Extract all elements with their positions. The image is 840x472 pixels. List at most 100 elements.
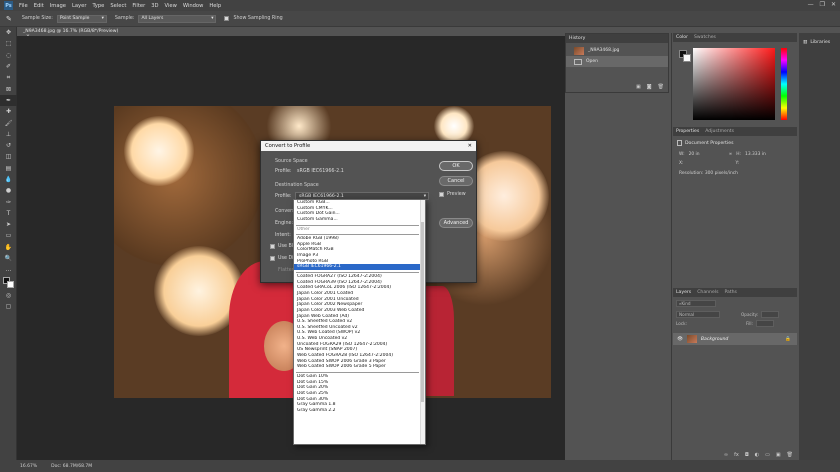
show-sampling-ring-checkbox[interactable] — [224, 16, 230, 21]
menu-type[interactable]: Type — [92, 3, 104, 9]
dodge-tool-icon[interactable]: ● — [0, 185, 17, 196]
document-icon — [677, 140, 682, 146]
menu-3d[interactable]: 3D — [151, 3, 158, 9]
black-point-checkbox[interactable] — [270, 244, 275, 249]
menu-select[interactable]: Select — [110, 3, 126, 9]
healing-brush-icon[interactable]: ✚ — [0, 106, 17, 117]
background-color-swatch[interactable] — [7, 280, 14, 288]
dropdown-item[interactable]: Gray Gamma 2.2 — [294, 408, 425, 414]
lasso-tool-icon[interactable]: ◌ — [0, 50, 17, 61]
tab-layers[interactable]: Layers — [676, 290, 691, 295]
menu-layer[interactable]: Layer — [72, 3, 86, 9]
tab-properties[interactable]: Properties — [676, 129, 699, 134]
crop-tool-icon[interactable]: ⌗ — [0, 72, 17, 83]
frame-tool-icon[interactable]: ⊠ — [0, 83, 17, 94]
history-snapshot[interactable]: _N9A3468.jpg — [566, 45, 668, 56]
adjustment-icon[interactable]: ◐ — [755, 452, 759, 458]
tab-color[interactable]: Color — [676, 35, 688, 40]
dropdown-custom-group: Custom RGB... Custom CMYK... Custom Dot Ga… — [294, 200, 425, 223]
cancel-button[interactable]: Cancel — [439, 176, 473, 186]
new-document-icon[interactable]: ▣ — [636, 84, 641, 90]
gradient-tool-icon[interactable]: ▤ — [0, 163, 17, 174]
history-panel: History _N9A3468.jpg Open ▣ ◙ 🗑 — [565, 33, 669, 93]
more-tools-icon[interactable]: … — [0, 264, 17, 275]
advanced-button[interactable]: Advanced — [439, 218, 473, 228]
menu-edit[interactable]: Edit — [34, 3, 44, 9]
close-window-icon[interactable]: ✕ — [831, 1, 836, 8]
hand-tool-icon[interactable]: ✋ — [0, 242, 17, 253]
properties-size-row: W: 20 in ∞ H: 13.333 in — [673, 150, 797, 159]
height-value[interactable]: 13.333 in — [745, 152, 766, 157]
profile-dropdown-list[interactable]: Custom RGB... Custom CMYK... Custom Dot Ga… — [293, 199, 426, 445]
marquee-tool-icon[interactable]: ⬚ — [0, 38, 17, 49]
new-layer-icon[interactable]: ▣ — [776, 452, 781, 458]
libraries-button[interactable]: ▥ Libraries — [800, 37, 839, 47]
history-state-open[interactable]: Open — [566, 56, 668, 67]
menu-help[interactable]: Help — [209, 3, 221, 9]
zoom-tool-icon[interactable]: 🔍 — [0, 253, 17, 264]
trash-icon[interactable]: 🗑 — [658, 84, 664, 90]
layer-kind-filter[interactable]: ⌕ Kind — [676, 300, 716, 307]
fx-icon[interactable]: fx — [734, 452, 739, 458]
opacity-field[interactable] — [761, 311, 780, 318]
width-value[interactable]: 20 in — [689, 152, 725, 157]
zoom-level[interactable]: 16.67% — [20, 464, 37, 469]
sample-select[interactable]: All Layers ▾ — [138, 14, 217, 23]
preview-checkbox[interactable] — [439, 192, 444, 197]
move-tool-icon[interactable]: ✥ — [0, 27, 17, 38]
eyedropper-tool-icon[interactable]: ✎ — [6, 15, 12, 23]
chevron-down-icon: ▾ — [423, 193, 426, 199]
menu-filter[interactable]: Filter — [132, 3, 145, 9]
blur-tool-icon[interactable]: 💧 — [0, 174, 17, 185]
tab-channels[interactable]: Channels — [697, 290, 718, 295]
tab-swatches[interactable]: Swatches — [694, 35, 716, 40]
tools-panel: ✥ ⬚ ◌ ✐ ⌗ ⊠ ✒ ✚ 🖌 ⊥ ↺ ◫ ▤ 💧 ● ✑ T ➤ ▭ ✋ … — [0, 27, 17, 460]
camera-icon[interactable]: ◙ — [647, 84, 652, 90]
minimize-icon[interactable]: — — [808, 1, 814, 8]
brush-tool-icon[interactable]: 🖌 — [0, 117, 17, 128]
path-select-icon[interactable]: ➤ — [0, 219, 17, 230]
quick-select-tool-icon[interactable]: ✐ — [0, 61, 17, 72]
mask-icon[interactable]: ◘ — [745, 452, 749, 458]
shape-tool-icon[interactable]: ▭ — [0, 230, 17, 241]
color-swatches[interactable] — [0, 276, 17, 290]
tab-history[interactable]: History — [569, 36, 585, 41]
folder-icon[interactable]: ▭ — [765, 452, 770, 458]
menu-image[interactable]: Image — [50, 3, 66, 9]
sample-size-select[interactable]: Point Sample ▾ — [56, 14, 107, 23]
eye-icon[interactable]: 👁 — [677, 337, 683, 342]
dither-checkbox[interactable] — [270, 256, 275, 261]
document-tab[interactable]: _N9A3468.jpg @ 16.7% (RGB/8*/Preview) × — [17, 27, 132, 39]
link-icon[interactable]: ∞ — [729, 152, 733, 157]
color-picker-field[interactable] — [693, 48, 775, 120]
fill-field[interactable] — [755, 320, 774, 327]
quick-mask-icon[interactable]: ◎ — [0, 290, 17, 301]
source-profile-label: Profile: — [275, 169, 292, 174]
dropdown-scroll-thumb[interactable] — [421, 222, 424, 402]
x-value[interactable] — [688, 161, 732, 166]
color-panel-background-swatch[interactable] — [683, 54, 691, 62]
hue-slider[interactable] — [781, 48, 787, 120]
menu-file[interactable]: File — [19, 3, 28, 9]
blend-mode-select[interactable]: Normal — [676, 311, 720, 318]
type-tool-icon[interactable]: T — [0, 208, 17, 219]
delete-layer-icon[interactable]: 🗑 — [787, 452, 793, 458]
clone-stamp-icon[interactable]: ⊥ — [0, 129, 17, 140]
menu-view[interactable]: View — [165, 3, 177, 9]
eraser-tool-icon[interactable]: ◫ — [0, 151, 17, 162]
window-controls: — ❐ ✕ — [808, 1, 836, 8]
layer-row-background[interactable]: 👁 Background 🔒 — [673, 333, 797, 345]
ok-button[interactable]: OK — [439, 161, 473, 171]
tab-adjustments[interactable]: Adjustments — [705, 129, 734, 134]
properties-heading-row: Document Properties — [673, 136, 797, 150]
tab-paths[interactable]: Paths — [724, 290, 737, 295]
maximize-icon[interactable]: ❐ — [820, 1, 825, 8]
history-brush-icon[interactable]: ↺ — [0, 140, 17, 151]
link-layers-icon[interactable]: ∞ — [724, 452, 728, 458]
eyedropper-icon[interactable]: ✒ — [0, 94, 17, 107]
dialog-close-icon[interactable]: ✕ — [468, 143, 472, 149]
screen-mode-icon[interactable]: ▢ — [0, 301, 17, 312]
dropdown-scrollbar[interactable] — [420, 200, 425, 444]
pen-tool-icon[interactable]: ✑ — [0, 196, 17, 207]
menu-window[interactable]: Window — [183, 3, 203, 9]
